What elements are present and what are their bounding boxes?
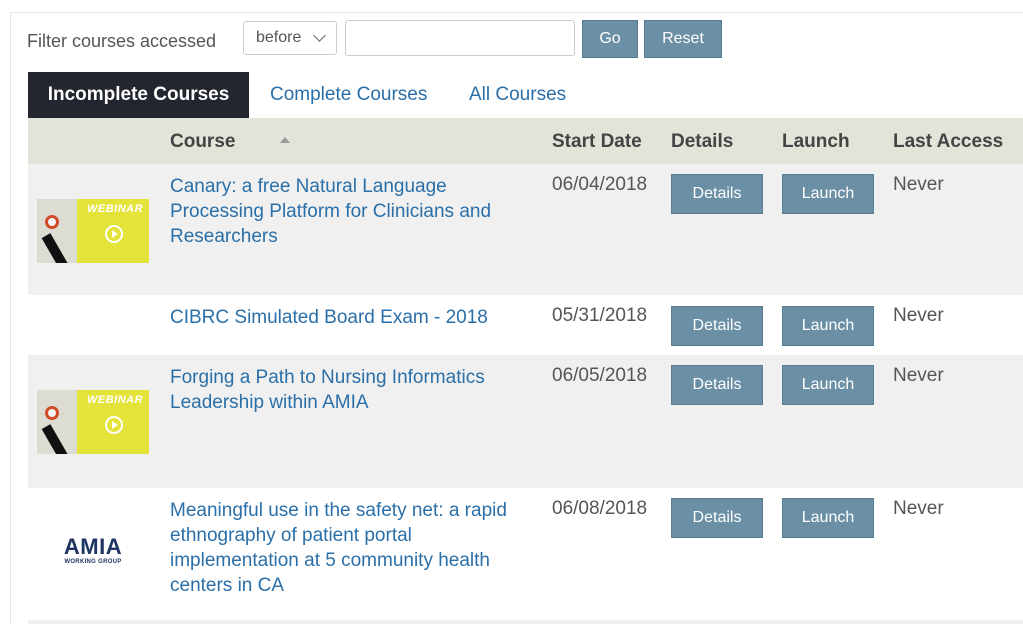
details-button[interactable]: Details (671, 498, 763, 538)
go-button[interactable]: Go (582, 20, 638, 58)
last-access: Never (893, 498, 944, 519)
column-header-details: Details (671, 131, 734, 152)
table-row-edge (28, 620, 1023, 624)
play-icon (105, 225, 123, 243)
column-header-last-access: Last Access (893, 131, 1004, 152)
column-header-launch: Launch (782, 131, 850, 152)
column-header-course[interactable]: Course (170, 131, 235, 153)
launch-button[interactable]: Launch (782, 306, 874, 346)
chevron-down-icon (313, 29, 326, 42)
course-link[interactable]: Meaningful use in the safety net: a rapi… (170, 498, 530, 598)
filter-mode-select[interactable]: before (243, 21, 337, 55)
webinar-text: WEBINAR (87, 394, 144, 406)
details-button[interactable]: Details (671, 365, 763, 405)
sort-ascending-icon[interactable] (280, 137, 290, 143)
last-access: Never (893, 174, 944, 195)
target-icon (45, 406, 59, 420)
course-link[interactable]: Forging a Path to Nursing Informatics Le… (170, 365, 530, 415)
course-link[interactable]: CIBRC Simulated Board Exam - 2018 (170, 305, 530, 330)
launch-button[interactable]: Launch (782, 498, 874, 538)
amia-logo-subtext: WORKING GROUP (64, 559, 122, 565)
webinar-text: WEBINAR (87, 203, 144, 215)
table-row: WEBINAR Canary: a free Natural Language … (28, 164, 1023, 295)
webinar-thumbnail: WEBINAR (37, 199, 149, 263)
launch-button[interactable]: Launch (782, 174, 874, 214)
target-icon (45, 215, 59, 229)
tab-complete-courses[interactable]: Complete Courses (270, 72, 427, 118)
play-icon (105, 416, 123, 434)
filter-date-input[interactable] (345, 20, 575, 56)
filter-label: Filter courses accessed (27, 31, 217, 51)
start-date: 06/04/2018 (552, 174, 648, 195)
amia-logo-text: AMIA (63, 534, 123, 559)
last-access: Never (893, 365, 944, 386)
column-header-start-date: Start Date (552, 131, 642, 152)
webinar-thumbnail: WEBINAR (37, 390, 149, 454)
reset-button[interactable]: Reset (644, 20, 722, 58)
table-header: Course Start Date Details Launch Last Ac… (28, 118, 1023, 164)
last-access: Never (893, 305, 944, 326)
table-row: CIBRC Simulated Board Exam - 2018 05/31/… (28, 295, 1023, 355)
tab-all-courses[interactable]: All Courses (469, 72, 566, 118)
amia-logo: AMIA WORKING GROUP (58, 536, 128, 566)
table-row: AMIA WORKING GROUP Meaningful use in the… (28, 488, 1023, 620)
course-link[interactable]: Canary: a free Natural Language Processi… (170, 174, 530, 249)
table-row: WEBINAR Forging a Path to Nursing Inform… (28, 355, 1023, 488)
start-date: 06/08/2018 (552, 498, 648, 519)
start-date: 05/31/2018 (552, 305, 648, 326)
filter-mode-value: before (256, 29, 302, 46)
details-button[interactable]: Details (671, 174, 763, 214)
tab-incomplete-courses[interactable]: Incomplete Courses (28, 72, 249, 118)
details-button[interactable]: Details (671, 306, 763, 346)
start-date: 06/05/2018 (552, 365, 648, 386)
launch-button[interactable]: Launch (782, 365, 874, 405)
